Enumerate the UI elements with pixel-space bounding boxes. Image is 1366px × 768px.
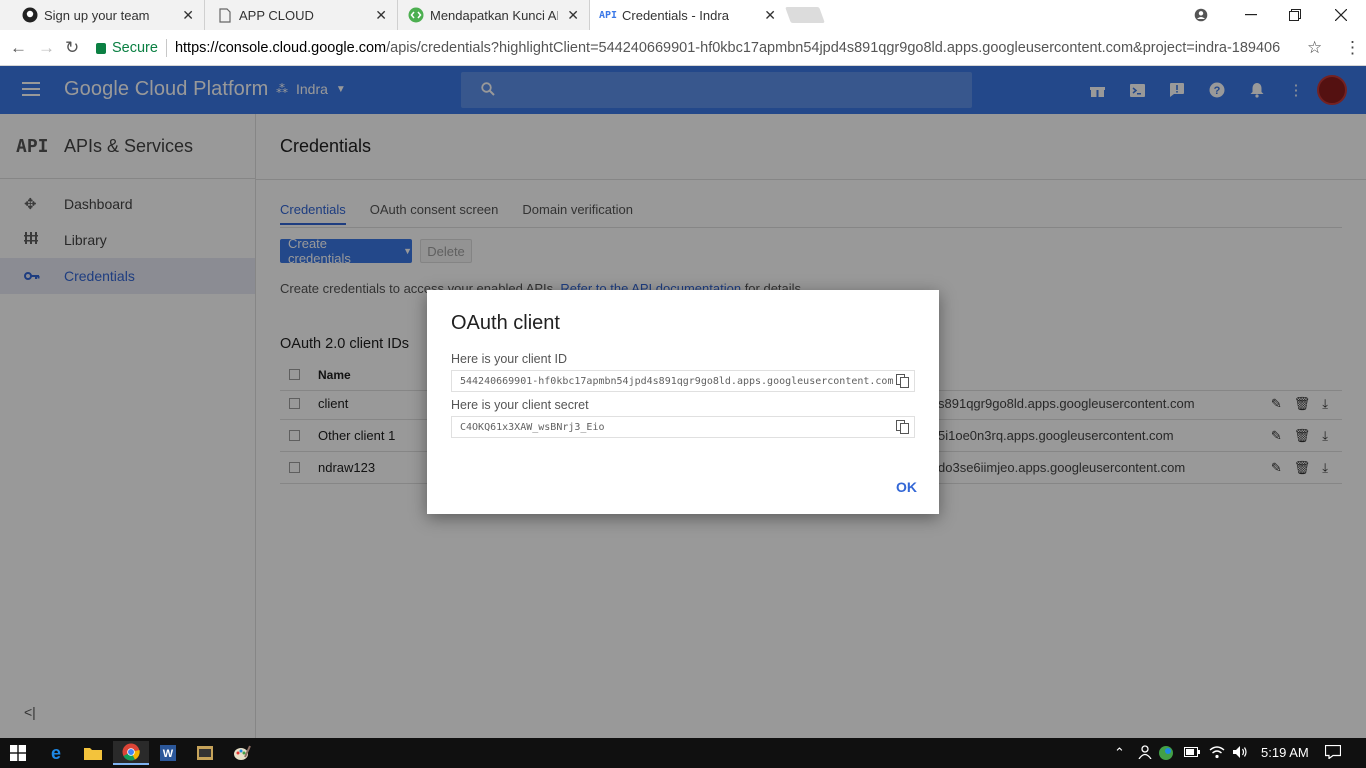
client-id-label: Here is your client ID xyxy=(451,352,568,366)
secure-label: Secure xyxy=(112,40,158,56)
url-field[interactable]: Secure https://console.cloud.google.com/… xyxy=(92,34,1330,62)
client-id-field[interactable]: 544240669901-hf0kbc17apmbn54jpd4s891qgr9… xyxy=(451,370,915,392)
app-icon[interactable] xyxy=(187,741,223,765)
url-host: https://console.cloud.google.com xyxy=(174,40,387,56)
browser-tab-title: Credentials - Indra xyxy=(622,7,729,23)
restore-button[interactable] xyxy=(1272,0,1318,30)
close-window-button[interactable] xyxy=(1318,0,1364,30)
close-icon[interactable]: ✕ xyxy=(182,7,194,24)
volume-icon[interactable] xyxy=(1232,745,1248,762)
lock-icon xyxy=(96,42,106,54)
people-icon[interactable] xyxy=(1138,745,1152,762)
chrome-icon[interactable] xyxy=(113,741,149,765)
browser-tab[interactable]: Sign up your team ✕ xyxy=(0,0,205,30)
system-clock[interactable]: 5:19 AM xyxy=(1261,745,1309,760)
action-center-icon[interactable] xyxy=(1324,744,1342,762)
copy-icon[interactable] xyxy=(896,420,910,434)
taskbar: e W ⌃ 5:19 AM xyxy=(0,738,1366,768)
profile-icon[interactable] xyxy=(1178,0,1224,30)
client-id-value[interactable]: 544240669901-hf0kbc17apmbn54jpd4s891qgr9… xyxy=(460,376,893,387)
file-explorer-icon[interactable] xyxy=(75,741,111,765)
network-app-icon[interactable] xyxy=(1158,745,1174,764)
browser-tab-title: Mendapatkan Kunci API xyxy=(430,7,558,23)
browser-tab-title: Sign up your team xyxy=(44,7,150,23)
svg-text:W: W xyxy=(163,748,174,760)
google-dev-icon xyxy=(408,7,424,23)
back-icon[interactable]: ← xyxy=(10,38,27,58)
browser-menu-icon[interactable]: ⋮ xyxy=(1344,38,1361,58)
document-icon xyxy=(217,7,233,23)
github-icon xyxy=(22,7,38,23)
client-secret-value[interactable]: C4OKQ61x3XAW_wsBNrj3_Eio xyxy=(460,422,605,433)
paint-icon[interactable] xyxy=(224,741,260,765)
url-path: /apis/credentials?highlightClient=544240… xyxy=(386,40,1281,56)
close-icon[interactable]: ✕ xyxy=(375,7,387,24)
ok-button[interactable]: OK xyxy=(896,479,917,495)
battery-icon[interactable] xyxy=(1184,745,1200,760)
browser-tab[interactable]: APP CLOUD ✕ xyxy=(205,0,398,30)
reload-icon[interactable]: ↻ xyxy=(65,38,79,58)
browser-tab-title: APP CLOUD xyxy=(239,7,314,23)
edge-icon[interactable]: e xyxy=(38,741,74,765)
wifi-icon[interactable] xyxy=(1209,745,1225,762)
client-secret-label: Here is your client secret xyxy=(451,398,589,412)
bookmark-star-icon[interactable]: ☆ xyxy=(1307,38,1322,58)
minimize-button[interactable] xyxy=(1228,0,1274,30)
close-icon[interactable]: ✕ xyxy=(567,7,579,24)
address-bar: ← → ↻ Secure https://console.cloud.googl… xyxy=(0,30,1366,66)
copy-icon[interactable] xyxy=(896,374,910,388)
browser-tab-active[interactable]: API Credentials - Indra ✕ xyxy=(590,0,786,30)
api-icon: API xyxy=(598,9,618,21)
close-icon[interactable]: ✕ xyxy=(764,7,776,24)
divider xyxy=(165,39,167,57)
new-tab-button[interactable] xyxy=(785,7,825,23)
dialog-title: OAuth client xyxy=(451,312,560,334)
oauth-client-dialog: OAuth client Here is your client ID 5442… xyxy=(427,290,939,514)
show-hidden-icons[interactable]: ⌃ xyxy=(1114,745,1125,761)
forward-icon[interactable]: → xyxy=(38,38,55,58)
browser-tab[interactable]: Mendapatkan Kunci API ✕ xyxy=(398,0,590,30)
windows-start-icon[interactable] xyxy=(0,741,36,765)
browser-tab-bar: Sign up your team ✕ APP CLOUD ✕ Mendapat… xyxy=(0,0,1366,30)
word-icon[interactable]: W xyxy=(150,741,186,765)
client-secret-field[interactable]: C4OKQ61x3XAW_wsBNrj3_Eio xyxy=(451,416,915,438)
